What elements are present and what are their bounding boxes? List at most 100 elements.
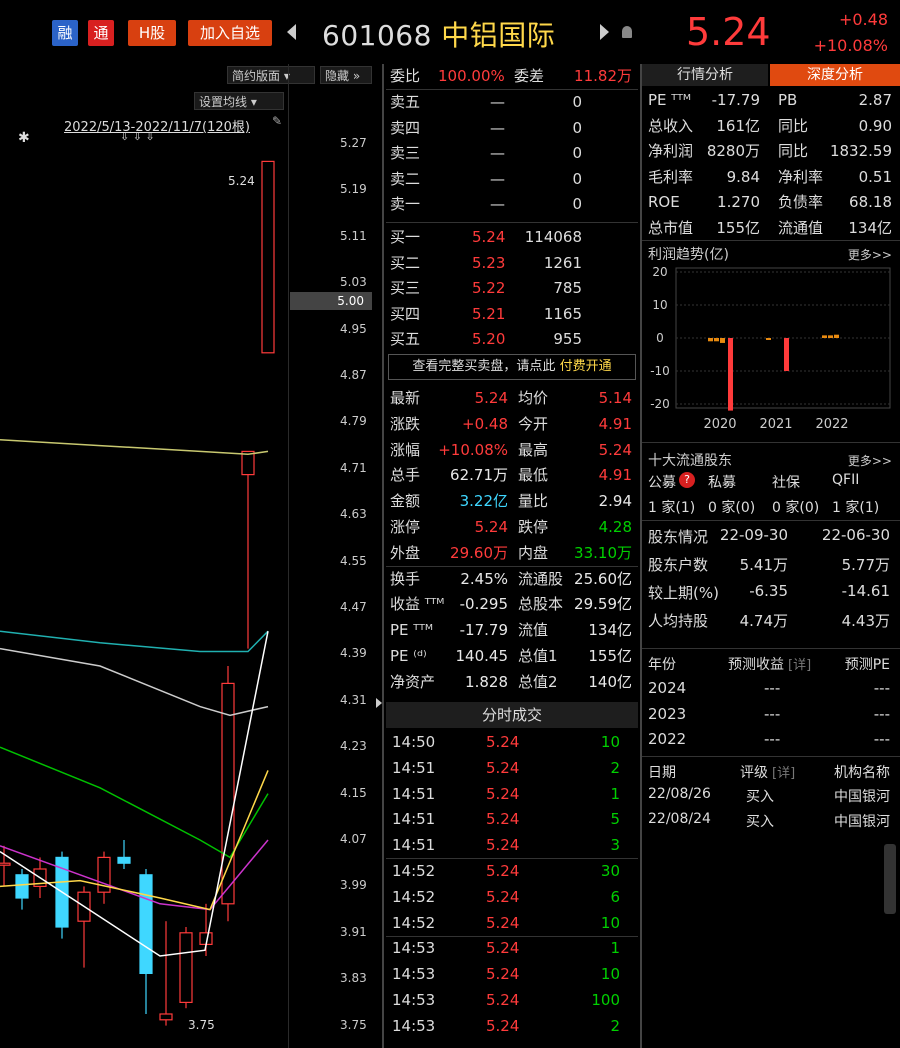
rating-value: 买入 xyxy=(746,814,774,830)
rating-header-org: 机构名称 xyxy=(834,765,890,781)
quote-value: -0.295 xyxy=(459,595,508,614)
ask-price: — xyxy=(490,195,505,213)
stock-name: 中铝国际 xyxy=(441,19,556,52)
price-tick: 4.55 xyxy=(340,553,367,568)
bell-icon[interactable] xyxy=(622,26,632,38)
separator xyxy=(386,222,638,223)
fundamental-value: 161亿 xyxy=(716,116,760,135)
price-change: +0.48 xyxy=(838,10,888,29)
forecast-detail-link[interactable]: [详] xyxy=(788,654,811,673)
rating-header-date: 日期 xyxy=(648,765,676,781)
add-watchlist-button[interactable]: 加入自选 xyxy=(188,20,272,46)
h-share-button[interactable]: H股 xyxy=(128,20,176,46)
kline-chart[interactable]: 简约版面 ▾ 隐藏 » 设置均线 ▾ 2022/5/13-2022/11/7(1… xyxy=(0,64,380,1048)
quote-value: 29.59亿 xyxy=(574,595,632,614)
rating-detail-link[interactable]: [详] xyxy=(772,762,795,781)
tick-scrollbar[interactable] xyxy=(884,844,896,914)
tick-row: 14:51 5.24 3 xyxy=(386,833,638,858)
quote-row: 总手 62.71万 最低 4.91 xyxy=(386,463,638,488)
profit-year-label: 2020 xyxy=(703,417,736,432)
quote-value: 155亿 xyxy=(588,647,632,665)
time-sales-header: 分时成交 xyxy=(386,702,638,728)
quote-value: 5.14 xyxy=(598,389,632,407)
quote-value: -17.79 xyxy=(459,621,508,640)
fundamental-value: 9.84 xyxy=(726,167,760,186)
ask-label: 卖二 xyxy=(390,169,421,188)
forecast-pe: --- xyxy=(873,730,890,748)
tick-price: 5.24 xyxy=(486,913,520,932)
tick-volume: 1 xyxy=(610,939,620,958)
rating-value: 买入 xyxy=(746,789,774,805)
holders-title: 十大流通股东 xyxy=(648,453,732,469)
connect-button[interactable]: 通 xyxy=(88,20,114,46)
holder-type-label[interactable]: 私募 xyxy=(708,472,736,492)
kline-svg[interactable] xyxy=(0,64,380,1048)
bid-price: 5.21 xyxy=(472,304,506,323)
full-book-notice[interactable]: 查看完整买卖盘，请点此 付费开通 xyxy=(388,354,636,380)
rating-date: 22/08/26 xyxy=(648,786,711,802)
ma-settings-button[interactable]: 设置均线 ▾ xyxy=(194,92,284,110)
tick-price: 5.24 xyxy=(486,965,520,984)
bid-volume: 955 xyxy=(553,330,582,348)
candle-body xyxy=(261,160,275,354)
holder-table-label: 较上期(%) xyxy=(648,584,719,602)
weibi-value: 100.00% xyxy=(438,67,505,85)
fundamental-label: 净利率 xyxy=(778,167,824,186)
holder-type-label[interactable]: 公募 xyxy=(648,472,676,492)
tick-row: 14:53 5.24 1 xyxy=(386,936,638,961)
prev-stock-icon[interactable] xyxy=(287,24,296,40)
quote-label: 内盘 xyxy=(518,543,549,562)
quote-value: 62.71万 xyxy=(450,466,508,485)
tick-row: 14:51 5.24 1 xyxy=(386,782,638,807)
profit-axis-tick: -10 xyxy=(650,364,670,378)
bid-volume: 1165 xyxy=(543,304,582,323)
pin-icon[interactable]: ✎ xyxy=(272,114,282,128)
simple-layout-button[interactable]: 简约版面 ▾ xyxy=(227,66,315,84)
holder-table-label: 人均持股 xyxy=(648,612,709,630)
tick-volume: 10 xyxy=(600,965,620,984)
fundamental-row: 毛利率 9.84 净利率 0.51 xyxy=(642,165,900,190)
expand-arrow-icon[interactable] xyxy=(376,698,382,708)
quote-label: 换手 xyxy=(390,569,421,588)
tab-market-analysis[interactable]: 行情分析 xyxy=(642,64,768,86)
hide-button[interactable]: 隐藏 » xyxy=(320,66,372,84)
price-tick: 4.07 xyxy=(340,832,367,846)
price-tick: 4.71 xyxy=(340,460,367,475)
holders-more-link[interactable]: 更多>> xyxy=(848,452,892,469)
help-icon[interactable]: ? xyxy=(679,472,695,488)
tick-price: 5.24 xyxy=(486,1016,520,1035)
quote-label: 总股本 xyxy=(518,595,564,614)
ask-volume: 0 xyxy=(572,169,582,188)
tick-time: 14:51 xyxy=(392,784,436,803)
holder-count: 0 家(0) xyxy=(708,500,756,516)
profit-more-link[interactable]: 更多>> xyxy=(848,246,892,263)
quote-value: +0.48 xyxy=(462,414,508,433)
forecast-eps: --- xyxy=(764,730,781,748)
holder-type-label[interactable]: 社保 xyxy=(772,472,800,492)
quote-label: 跌停 xyxy=(518,518,549,536)
profit-bar xyxy=(834,334,839,338)
bid-label: 买二 xyxy=(390,253,421,272)
ask-volume: 0 xyxy=(572,144,582,162)
holder-table-value: 4.43万 xyxy=(841,612,890,630)
forecast-year: 2022 xyxy=(648,730,687,748)
tick-price: 5.24 xyxy=(486,784,520,803)
tick-price: 5.24 xyxy=(486,733,520,751)
tab-deep-analysis[interactable]: 深度分析 xyxy=(770,64,900,86)
tick-row: 14:51 5.24 5 xyxy=(386,807,638,832)
tick-time: 14:51 xyxy=(392,810,436,829)
rating-org: 中国银河 xyxy=(834,814,890,830)
candle-body xyxy=(179,932,193,1003)
fundamental-label: 流通值 xyxy=(778,218,824,237)
tick-time: 14:53 xyxy=(392,965,436,984)
margin-trading-button[interactable]: 融 xyxy=(52,20,78,46)
price-tick: 4.95 xyxy=(340,321,367,336)
current-price: 5.24 xyxy=(686,10,771,54)
fundamental-row: 净利润 8280万 同比 1832.59 xyxy=(642,139,900,164)
next-stock-icon[interactable] xyxy=(600,24,609,40)
price-tick: 4.31 xyxy=(340,692,367,707)
holder-type-label[interactable]: QFII xyxy=(832,472,859,488)
tick-price: 5.24 xyxy=(486,887,520,906)
paid-open-link[interactable]: 付费开通 xyxy=(560,359,612,374)
forecast-pe: --- xyxy=(873,679,890,697)
